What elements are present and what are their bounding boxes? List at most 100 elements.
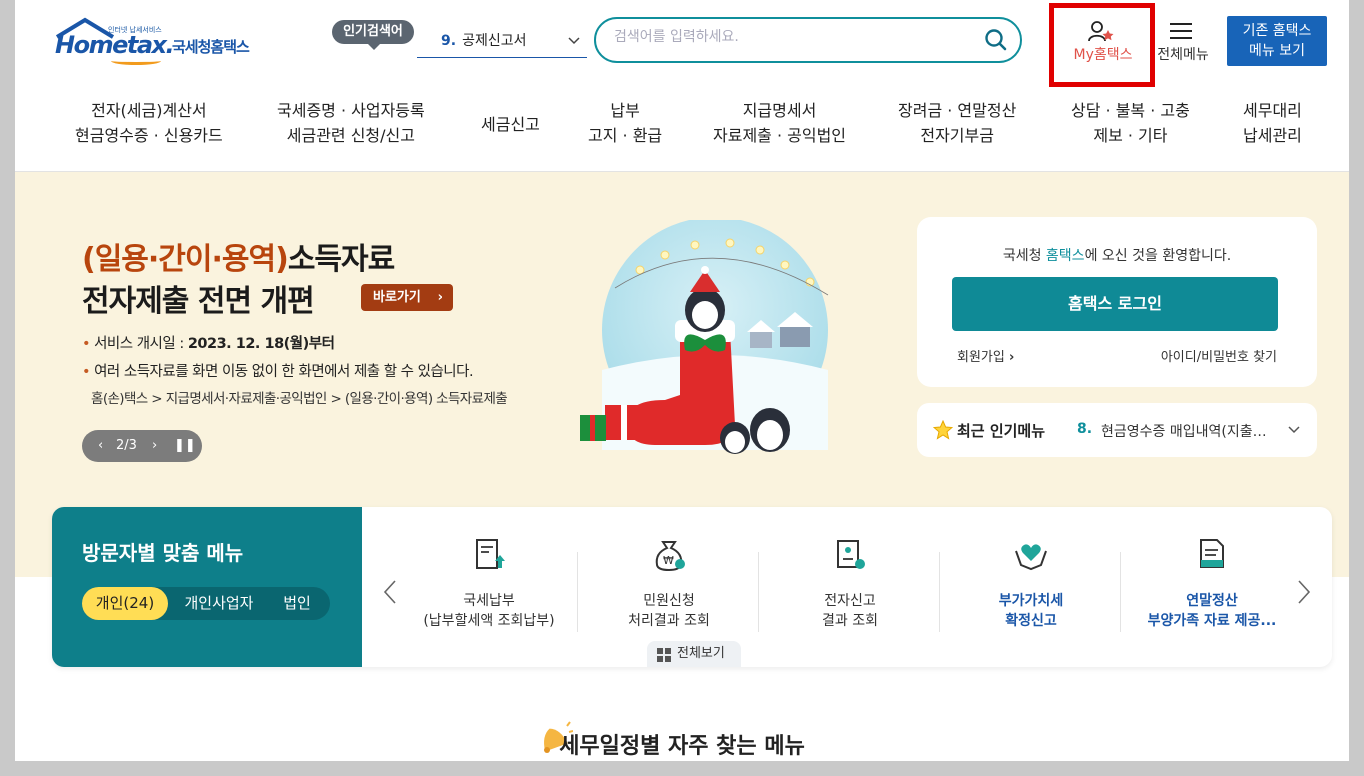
go-button[interactable]: 바로가기 ›	[361, 284, 453, 311]
nav-consultation[interactable]: 상담 · 불복 · 고충 제보 · 기타	[1071, 98, 1190, 148]
recent-menu-text: 현금영수증 매입내역(지출증빙) 조회	[1101, 424, 1276, 440]
document-icon	[1200, 539, 1224, 568]
visitor-menu-header: 방문자별 맞춤 메뉴 개인(24) 개인사업자 법인	[52, 507, 362, 667]
service-vat[interactable]: 부가가치세 확정신고	[941, 537, 1121, 631]
service-year-end-settlement[interactable]: 연말정산 부양가족 자료 제공...	[1122, 537, 1302, 631]
nav-tax-filing[interactable]: 세금신고	[481, 112, 540, 137]
service-civil-complaint[interactable]: ₩ 민원신청 처리결과 조회	[579, 537, 759, 631]
visitor-menu-title: 방문자별 맞춤 메뉴	[82, 541, 244, 565]
nav-line1: 장려금 · 연말정산	[898, 101, 1017, 120]
popular-term: 공제신고서	[462, 33, 527, 49]
service-label: 처리결과 조회	[628, 613, 710, 629]
welcome-post: 에 오신 것을 환영합니다.	[1084, 248, 1232, 264]
welcome-text: 국세청 홈택스에 오신 것을 환영합니다.	[917, 245, 1317, 265]
service-e-filing[interactable]: 전자신고 결과 조회	[760, 537, 940, 631]
service-label: 연말정산	[1186, 593, 1238, 609]
login-card: 국세청 홈택스에 오신 것을 환영합니다. 홈택스 로그인 회원가입 › 아이디…	[917, 217, 1317, 387]
hero-bullet-date: • 서비스 개시일 : 2023. 12. 18(월)부터	[82, 336, 335, 352]
nav-line1: 지급명세서	[742, 101, 817, 120]
logo-swoosh	[111, 57, 161, 65]
nav-line1: 전자(세금)계산서	[91, 101, 207, 120]
search-icon[interactable]	[984, 28, 1008, 52]
view-all-label: 전체보기	[677, 646, 725, 661]
nav-line2: 세금관련 신청/신고	[286, 126, 415, 145]
hero-title-highlight: (일용·간이·용역)	[82, 242, 289, 277]
login-button[interactable]: 홈택스 로그인	[952, 277, 1278, 331]
prev-icon[interactable]: ‹	[98, 430, 103, 462]
service-label: 국세납부	[463, 593, 515, 609]
search-input[interactable]	[614, 29, 974, 45]
next-icon[interactable]: ›	[152, 430, 157, 462]
join-label: 회원가입	[957, 350, 1005, 365]
chevron-down-icon[interactable]	[1287, 423, 1301, 437]
tax-payment-icon	[476, 539, 505, 569]
find-id-password-link[interactable]: 아이디/비밀번호 찾기	[1161, 346, 1277, 365]
main-nav: 전자(세금)계산서 현금영수증 · 신용카드 국세증명 · 사업자등록 세금관련…	[15, 98, 1349, 172]
service-label: 확정신고	[1005, 613, 1057, 629]
old-hometax-menu-button[interactable]: 기존 홈택스 메뉴 보기	[1227, 16, 1327, 66]
service-divider	[1120, 552, 1121, 632]
hero-title-rest: 소득자료	[287, 242, 395, 277]
nav-payment[interactable]: 납부 고지 · 환급	[588, 98, 662, 148]
service-divider	[577, 552, 578, 632]
service-label: 민원신청	[643, 593, 695, 609]
chevron-right-icon: ›	[1008, 350, 1015, 365]
popular-search-select[interactable]: 9. 공제신고서	[417, 28, 587, 58]
pause-icon[interactable]: ❚❚	[174, 430, 196, 462]
service-tax-payment[interactable]: 국세납부 (납부할세액 조회납부)	[399, 537, 579, 631]
welcome-highlight: 홈택스	[1045, 248, 1085, 264]
service-divider	[939, 552, 940, 632]
page: 인터넷 납세서비스 Hometax. 국세청홈택스 인기검색어 9. 공제신고서 …	[15, 0, 1349, 761]
chevron-right-icon: ›	[437, 290, 443, 305]
recent-menu-rank: 8.	[1077, 421, 1093, 437]
nav-certificates[interactable]: 국세증명 · 사업자등록 세금관련 신청/신고	[277, 98, 425, 148]
nav-line1: 세금신고	[481, 115, 540, 134]
nav-line2: 전자기부금	[920, 126, 994, 145]
christmas-penguin-illustration	[580, 220, 829, 454]
grid-icon	[657, 648, 671, 662]
nav-payment-statement[interactable]: 지급명세서 자료제출 · 공익법인	[713, 98, 846, 148]
chevron-left-icon[interactable]	[382, 579, 398, 605]
service-divider	[758, 552, 759, 632]
e-filing-icon	[837, 540, 865, 569]
welcome-pre: 국세청	[1002, 248, 1046, 264]
tab-individual[interactable]: 개인(24)	[82, 587, 168, 620]
nav-incentives[interactable]: 장려금 · 연말정산 전자기부금	[898, 98, 1016, 148]
recent-menu-title: 최근 인기메뉴	[957, 422, 1046, 440]
nav-line1: 세무대리	[1243, 101, 1302, 120]
hero-bullet-desc: • 여러 소득자료를 화면 이동 없이 한 화면에서 제출 할 수 있습니다.	[82, 364, 474, 380]
money-bag-icon: ₩	[655, 541, 685, 572]
old-menu-line2: 메뉴 보기	[1249, 43, 1305, 59]
hero-title-line2: 전자제출 전면 개편	[82, 284, 315, 319]
pager-count: 2/3	[116, 438, 137, 453]
nav-line1: 상담 · 불복 · 고충	[1071, 101, 1190, 120]
old-menu-line1: 기존 홈택스	[1242, 23, 1312, 39]
all-menu-label: 전체메뉴	[1157, 47, 1209, 63]
view-all-button[interactable]: 전체보기	[647, 641, 741, 667]
service-label: 전자신고	[824, 593, 876, 609]
carousel-pager: ‹ 2/3 › ❚❚	[82, 430, 202, 462]
hero-breadcrumb: 홈(손)택스 > 지급명세서·자료제출·공익법인 > (일용·간이·용역) 소득…	[91, 391, 508, 407]
popular-rank: 9.	[441, 33, 457, 49]
tab-individual-business[interactable]: 개인사업자	[174, 587, 264, 620]
bullet-label: 서비스 개시일 :	[94, 336, 188, 352]
heart-hands-icon	[1015, 544, 1047, 571]
bullet-value: 2023. 12. 18(월)부터	[187, 336, 335, 352]
join-link[interactable]: 회원가입 ›	[957, 346, 1014, 365]
logo-korean: 국세청홈택스	[172, 38, 250, 56]
go-button-label: 바로가기	[373, 290, 421, 305]
nav-line2: 현금영수증 · 신용카드	[75, 126, 223, 145]
nav-tax-agent[interactable]: 세무대리 납세관리	[1243, 98, 1302, 148]
schedule-menu-title: 세무일정별 자주 찾는 메뉴	[559, 734, 805, 759]
nav-e-invoice[interactable]: 전자(세금)계산서 현금영수증 · 신용카드	[75, 98, 223, 148]
recent-popular-menu[interactable]: 최근 인기메뉴 8. 현금영수증 매입내역(지출증빙) 조회	[917, 403, 1317, 457]
nav-line2: 납세관리	[1243, 126, 1302, 145]
nav-line2: 자료제출 · 공익법인	[713, 126, 847, 145]
nav-line1: 국세증명 · 사업자등록	[277, 101, 425, 120]
user-star-icon	[1088, 21, 1114, 42]
service-label: 결과 조회	[822, 613, 878, 629]
tab-corporation[interactable]: 법인	[272, 587, 322, 620]
visitor-tabs: 개인(24) 개인사업자 법인	[82, 587, 330, 620]
hamburger-icon	[1170, 23, 1192, 39]
visitor-menu-panel: 방문자별 맞춤 메뉴 개인(24) 개인사업자 법인 국세납부 (납부할세액 조…	[52, 507, 1332, 667]
